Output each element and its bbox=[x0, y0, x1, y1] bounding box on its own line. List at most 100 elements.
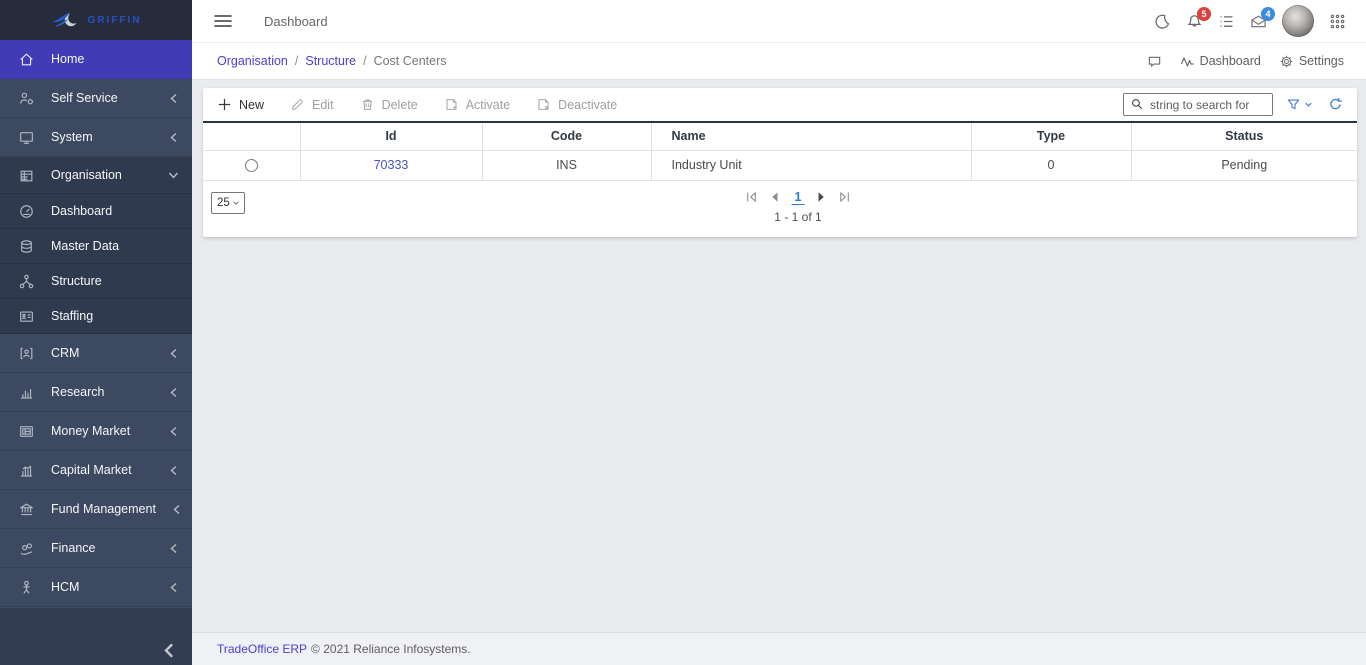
research-icon bbox=[18, 384, 35, 401]
column-header-code[interactable]: Code bbox=[482, 122, 652, 151]
column-header-id[interactable]: Id bbox=[300, 122, 483, 151]
row-select-radio[interactable] bbox=[244, 159, 258, 173]
edit-button-label: Edit bbox=[312, 97, 334, 112]
sidebar-item-label: Finance bbox=[51, 541, 96, 555]
breadcrumb-link-structure[interactable]: Structure bbox=[305, 54, 356, 68]
breadcrumb-actions: Dashboard Settings bbox=[1147, 54, 1344, 69]
activity-pulse-icon bbox=[1180, 54, 1195, 69]
collapse-chevron-icon bbox=[163, 643, 174, 658]
chevron-left-icon bbox=[169, 465, 178, 476]
user-avatar[interactable] bbox=[1282, 5, 1314, 37]
sidebar-item-label: CRM bbox=[51, 346, 80, 360]
hamburger-menu-icon[interactable] bbox=[214, 14, 232, 28]
trash-icon bbox=[360, 97, 375, 112]
settings-link[interactable]: Settings bbox=[1279, 54, 1344, 69]
activate-button[interactable]: Activate bbox=[444, 97, 510, 112]
page-title: Dashboard bbox=[264, 13, 328, 29]
chevron-down-icon bbox=[1305, 102, 1312, 107]
column-header-status[interactable]: Status bbox=[1131, 122, 1357, 151]
griffin-bird-logo-icon bbox=[51, 10, 81, 30]
money-market-icon bbox=[18, 423, 35, 440]
sidebar-item-label: Dashboard bbox=[51, 204, 113, 218]
current-page-number[interactable]: 1 bbox=[791, 190, 805, 205]
activate-button-label: Activate bbox=[465, 97, 511, 112]
logo[interactable]: GRIFFIN bbox=[0, 0, 192, 40]
previous-page-button[interactable] bbox=[769, 191, 781, 203]
sidebar-item-hcm[interactable]: HCM bbox=[0, 568, 192, 607]
breadcrumb-link-organisation[interactable]: Organisation bbox=[217, 54, 288, 68]
sidebar-item-home[interactable]: Home bbox=[0, 40, 192, 79]
sidebar-item-research[interactable]: Research bbox=[0, 373, 192, 412]
column-header-type[interactable]: Type bbox=[971, 122, 1132, 151]
topbar: Dashboard 5 4 bbox=[192, 0, 1366, 43]
dashboard-icon bbox=[18, 203, 35, 220]
sidebar-item-finance[interactable]: Finance bbox=[0, 529, 192, 568]
chevron-left-icon bbox=[169, 132, 178, 143]
search-input[interactable] bbox=[1123, 93, 1273, 116]
sidebar-item-label: System bbox=[51, 130, 93, 144]
settings-link-label: Settings bbox=[1298, 54, 1344, 68]
sidebar-item-self-service[interactable]: Self Service bbox=[0, 79, 192, 118]
sidebar-item-crm[interactable]: CRM bbox=[0, 334, 192, 373]
row-type-cell: 0 bbox=[971, 150, 1132, 181]
capital-market-icon bbox=[18, 462, 35, 479]
filter-button[interactable] bbox=[1286, 97, 1313, 112]
dashboard-link[interactable]: Dashboard bbox=[1180, 54, 1261, 69]
sidebar-item-money-market[interactable]: Money Market bbox=[0, 412, 192, 451]
dark-mode-moon-icon[interactable] bbox=[1154, 13, 1171, 30]
next-page-button[interactable] bbox=[815, 191, 827, 203]
sidebar-item-fund-management[interactable]: Fund Management bbox=[0, 490, 192, 529]
sidebar-item-master-data[interactable]: Master Data bbox=[0, 229, 192, 264]
sidebar-item-label: Fund Management bbox=[51, 502, 156, 516]
messages-mail-icon[interactable]: 4 bbox=[1250, 6, 1275, 30]
refresh-button[interactable] bbox=[1328, 97, 1343, 112]
sidebar-item-structure[interactable]: Structure bbox=[0, 264, 192, 299]
delete-button[interactable]: Delete bbox=[360, 97, 418, 112]
row-id-link[interactable]: 70333 bbox=[374, 158, 409, 172]
breadcrumb-separator: / bbox=[294, 54, 299, 68]
search-icon bbox=[1130, 97, 1144, 111]
comment-icon[interactable] bbox=[1147, 54, 1162, 69]
sidebar-item-system[interactable]: System bbox=[0, 118, 192, 157]
pencil-icon bbox=[290, 97, 305, 112]
apps-grid-icon[interactable] bbox=[1329, 13, 1346, 30]
self-service-icon bbox=[18, 90, 35, 107]
sidebar-item-capital-market[interactable]: Capital Market bbox=[0, 451, 192, 490]
sidebar-collapse-bar[interactable] bbox=[0, 608, 192, 665]
master-data-icon bbox=[18, 238, 35, 255]
chevron-down-icon bbox=[233, 200, 239, 205]
system-icon bbox=[18, 129, 35, 146]
first-page-button[interactable] bbox=[746, 191, 758, 203]
sidebar-item-label: Organisation bbox=[51, 168, 122, 182]
edit-button[interactable]: Edit bbox=[290, 97, 334, 112]
sidebar-item-dashboard[interactable]: Dashboard bbox=[0, 194, 192, 229]
column-header-name[interactable]: Name bbox=[651, 122, 972, 151]
page-size-select[interactable]: 25 bbox=[211, 191, 245, 214]
chevron-left-icon bbox=[169, 543, 178, 554]
sidebar-item-staffing[interactable]: Staffing bbox=[0, 299, 192, 334]
breadcrumb: Organisation / Structure / Cost Centers bbox=[217, 54, 447, 68]
sidebar-item-label: Money Market bbox=[51, 424, 131, 438]
sidebar-item-organisation[interactable]: Organisation bbox=[0, 157, 192, 194]
deactivate-button[interactable]: Deactivate bbox=[536, 97, 617, 112]
sidebar-item-label: Capital Market bbox=[51, 463, 132, 477]
chevron-left-icon bbox=[169, 426, 178, 437]
column-header-select bbox=[203, 122, 301, 151]
pagination-bar: 25 1 1 - 1 of 1 bbox=[203, 181, 1357, 237]
tradeoffice-erp-link[interactable]: TradeOffice ERP bbox=[217, 642, 307, 656]
document-check-icon bbox=[444, 97, 459, 112]
chevron-down-icon bbox=[168, 170, 179, 181]
logo-text: GRIFFIN bbox=[87, 14, 142, 26]
notifications-bell-icon[interactable]: 5 bbox=[1186, 6, 1211, 30]
sidebar-item-label: Home bbox=[51, 52, 85, 66]
last-page-button[interactable] bbox=[838, 191, 850, 203]
chevron-left-icon bbox=[169, 93, 178, 104]
sidebar-nav: Home Self Service System Organisation Da… bbox=[0, 40, 192, 607]
new-button[interactable]: New bbox=[217, 97, 264, 112]
document-x-icon bbox=[536, 97, 551, 112]
task-list-icon[interactable] bbox=[1218, 13, 1235, 30]
table-row[interactable]: 70333 INS Industry Unit 0 Pending bbox=[203, 150, 1357, 181]
new-button-label: New bbox=[239, 97, 265, 112]
row-status-cell: Pending bbox=[1131, 150, 1357, 181]
home-icon bbox=[18, 51, 35, 68]
